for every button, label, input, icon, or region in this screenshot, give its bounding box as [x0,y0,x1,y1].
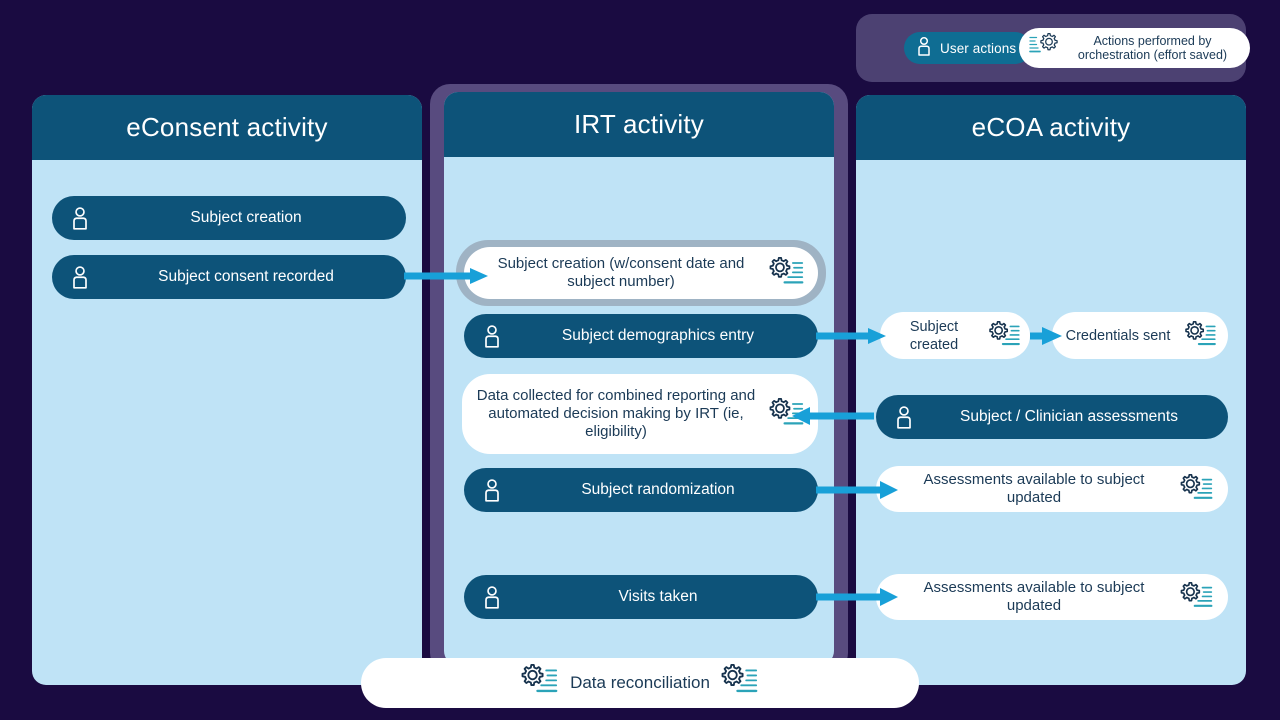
pill-subject-clinician-assessments[interactable]: Subject / Clinician assessments [876,395,1228,439]
pill-label: Subject consent recorded [158,268,334,285]
pill-credentials-sent[interactable]: Credentials sent [1052,312,1228,359]
gear-lines-icon [756,256,818,290]
pill-label: Subject creation (w/consent date and sub… [497,255,745,290]
pill-label: Credentials sent [1065,327,1171,344]
pill-subject-creation[interactable]: Subject creation [52,196,406,240]
data-reconciliation-bar[interactable]: Data reconciliation [361,658,919,708]
user-icon [915,36,933,61]
pill-label: Subject randomization [581,481,735,498]
legend-container: User actions Actions performed by orches… [856,14,1250,82]
column-irt-header: IRT activity [444,92,834,157]
pill-label: Subject created [909,318,959,353]
legend-orchestration-label: Actions performed by orchestration (effo… [1077,34,1228,62]
gear-lines-icon [1166,473,1228,505]
pill-visits-taken[interactable]: Visits taken [464,575,818,619]
gear-lines-icon [1166,581,1228,613]
gear-lines-icon [980,320,1030,351]
legend-user-actions: User actions [904,32,1032,64]
pill-label: Subject demographics entry [561,327,755,344]
column-irt-title: IRT activity [573,109,705,139]
pill-label: Assessments available to subject updated [923,471,1145,506]
user-icon [876,405,932,429]
user-icon [464,585,520,609]
pill-label: Assessments available to subject updated [923,579,1145,614]
pill-assessments-available-2[interactable]: Assessments available to subject updated [876,574,1228,620]
gear-lines-icon [756,397,818,431]
user-icon [52,206,108,230]
column-econsent-title: eConsent activity [126,112,328,142]
user-icon [52,265,108,289]
data-reconciliation-label: Data reconciliation [570,673,710,692]
pill-label: Subject creation [190,209,302,226]
pill-label: Visits taken [618,588,698,605]
gear-lines-icon [720,663,760,704]
column-ecoa-title: eCOA activity [971,112,1131,142]
pill-assessments-available-1[interactable]: Assessments available to subject updated [876,466,1228,512]
pill-label: Data collected for combined reporting an… [476,387,756,440]
gear-lines-icon [1029,32,1059,64]
user-icon [464,478,520,502]
user-icon [464,324,520,348]
pill-label: Subject / Clinician assessments [960,408,1178,425]
pill-subject-demographics-entry[interactable]: Subject demographics entry [464,314,818,358]
legend-user-actions-label: User actions [940,40,1017,56]
pill-subject-created[interactable]: Subject created [880,312,1030,359]
pill-data-collected-combined-reporting[interactable]: Data collected for combined reporting an… [462,374,818,454]
pill-subject-randomization[interactable]: Subject randomization [464,468,818,512]
legend-orchestration: Actions performed by orchestration (effo… [1019,28,1250,68]
column-econsent-header: eConsent activity [32,95,422,160]
gear-lines-icon [520,663,560,704]
diagram-canvas: User actions Actions performed by orches… [0,0,1280,720]
column-econsent: eConsent activity [32,95,422,685]
column-ecoa-header: eCOA activity [856,95,1246,160]
pill-subject-consent-recorded[interactable]: Subject consent recorded [52,255,406,299]
pill-subject-creation-consent-date[interactable]: Subject creation (w/consent date and sub… [464,247,818,299]
gear-lines-icon [1174,320,1228,351]
